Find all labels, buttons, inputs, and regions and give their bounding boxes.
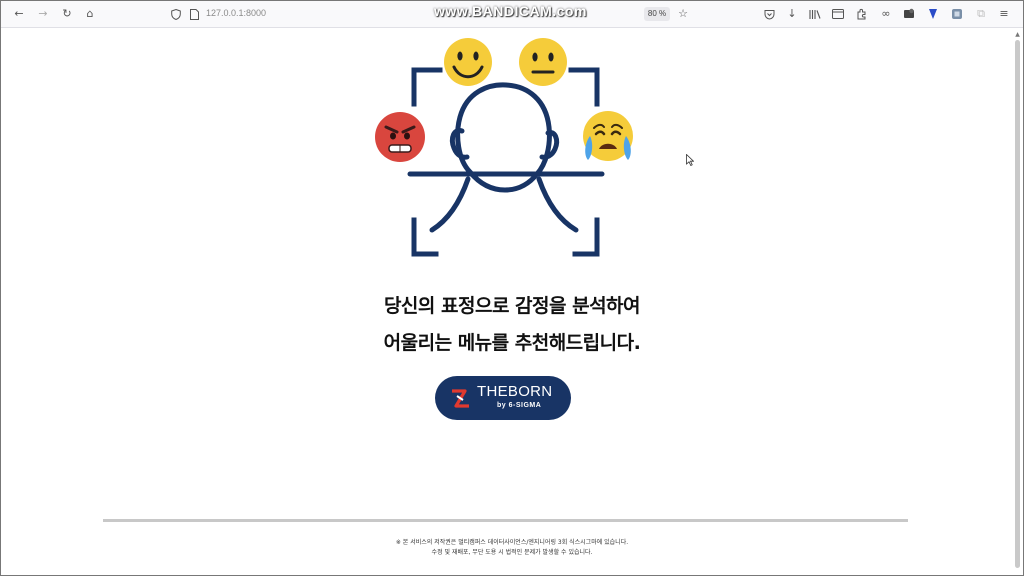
- recording-watermark: www.BANDICAM.com: [434, 3, 587, 19]
- disabled-extension-icon: ⧉: [977, 7, 985, 20]
- extensions-icon[interactable]: [855, 7, 869, 21]
- crying-face-icon: [583, 111, 633, 161]
- screenshot-extension-icon[interactable]: [950, 7, 964, 21]
- shield-icon[interactable]: [169, 7, 183, 21]
- headline-line-1: 당신의 표정으로 감정을 분석하여: [383, 295, 641, 317]
- page-scrollbar[interactable]: ▲: [1014, 32, 1021, 572]
- theborn-logo-icon: [452, 389, 469, 408]
- logo-subtitle: by 6-SIGMA: [497, 402, 542, 409]
- browser-toolbar: ← → ↻ ⌂ 127.0.0.1:8000 www.BANDICAM.com …: [0, 0, 1024, 28]
- scroll-thumb[interactable]: [1015, 40, 1020, 568]
- emotion-face-illustration: [370, 32, 640, 262]
- home-icon[interactable]: ⌂: [83, 7, 97, 21]
- bookmark-star-icon[interactable]: ☆: [676, 7, 690, 21]
- mouse-cursor-icon: [686, 154, 694, 166]
- zoom-level[interactable]: 80 %: [644, 7, 670, 21]
- infinity-icon[interactable]: ∞: [879, 7, 893, 21]
- logo-name: THEBORN: [477, 383, 553, 400]
- url-bar[interactable]: 127.0.0.1:8000: [206, 8, 266, 18]
- headline-line-2: 어울리는 메뉴를 추천해드립니다.: [383, 332, 641, 354]
- legal-warning: 수정 및 재배포, 무단 도용 시 법적인 문제가 발생할 수 있습니다.: [431, 549, 593, 556]
- head-outline: [429, 82, 579, 233]
- back-icon[interactable]: ←: [12, 7, 26, 21]
- face-scan-graphic: [375, 38, 633, 257]
- footer-divider: [103, 519, 908, 522]
- copyright-notice: ※ 본 서비스의 저작권은 멀티캠퍼스 데이터사이언스/엔지니어링 3회 식스시…: [395, 539, 629, 546]
- theborn-start-button[interactable]: THEBORN by 6-SIGMA: [435, 376, 571, 420]
- smiling-face-icon: [444, 38, 492, 86]
- forward-icon[interactable]: →: [36, 7, 50, 21]
- page-icon: [187, 7, 201, 21]
- neutral-face-icon: [519, 38, 567, 86]
- download-icon[interactable]: ↓: [785, 7, 799, 21]
- library-icon[interactable]: [808, 7, 822, 21]
- pocket-icon[interactable]: [762, 7, 776, 21]
- extension-puzzle-icon[interactable]: [902, 7, 916, 21]
- sidebar-icon[interactable]: [831, 7, 845, 21]
- scroll-up-arrow-icon[interactable]: ▲: [1014, 32, 1021, 38]
- reload-icon[interactable]: ↻: [60, 7, 74, 21]
- angry-face-icon: [375, 112, 425, 162]
- arrow-down-extension-icon[interactable]: [926, 7, 940, 21]
- menu-icon[interactable]: ≡: [997, 7, 1011, 21]
